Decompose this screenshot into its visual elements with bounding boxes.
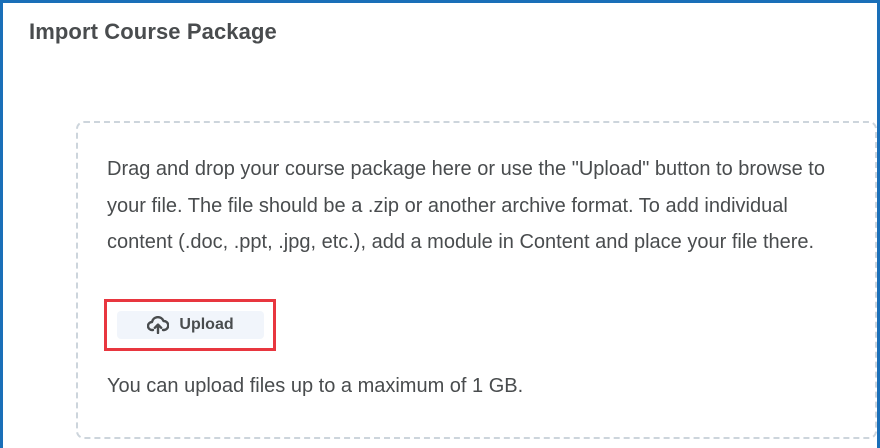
file-dropzone[interactable]: Drag and drop your course package here o… bbox=[76, 121, 877, 439]
import-course-package-panel: Import Course Package Drag and drop your… bbox=[0, 0, 880, 448]
page-title: Import Course Package bbox=[29, 19, 277, 44]
cloud-upload-icon bbox=[147, 315, 170, 335]
upload-size-limit-note: You can upload files up to a maximum of … bbox=[107, 375, 524, 397]
upload-button-highlight: Upload bbox=[104, 299, 276, 351]
upload-button[interactable]: Upload bbox=[117, 311, 264, 339]
upload-button-label: Upload bbox=[179, 316, 234, 333]
dropzone-instructions: Drag and drop your course package here o… bbox=[107, 158, 825, 253]
